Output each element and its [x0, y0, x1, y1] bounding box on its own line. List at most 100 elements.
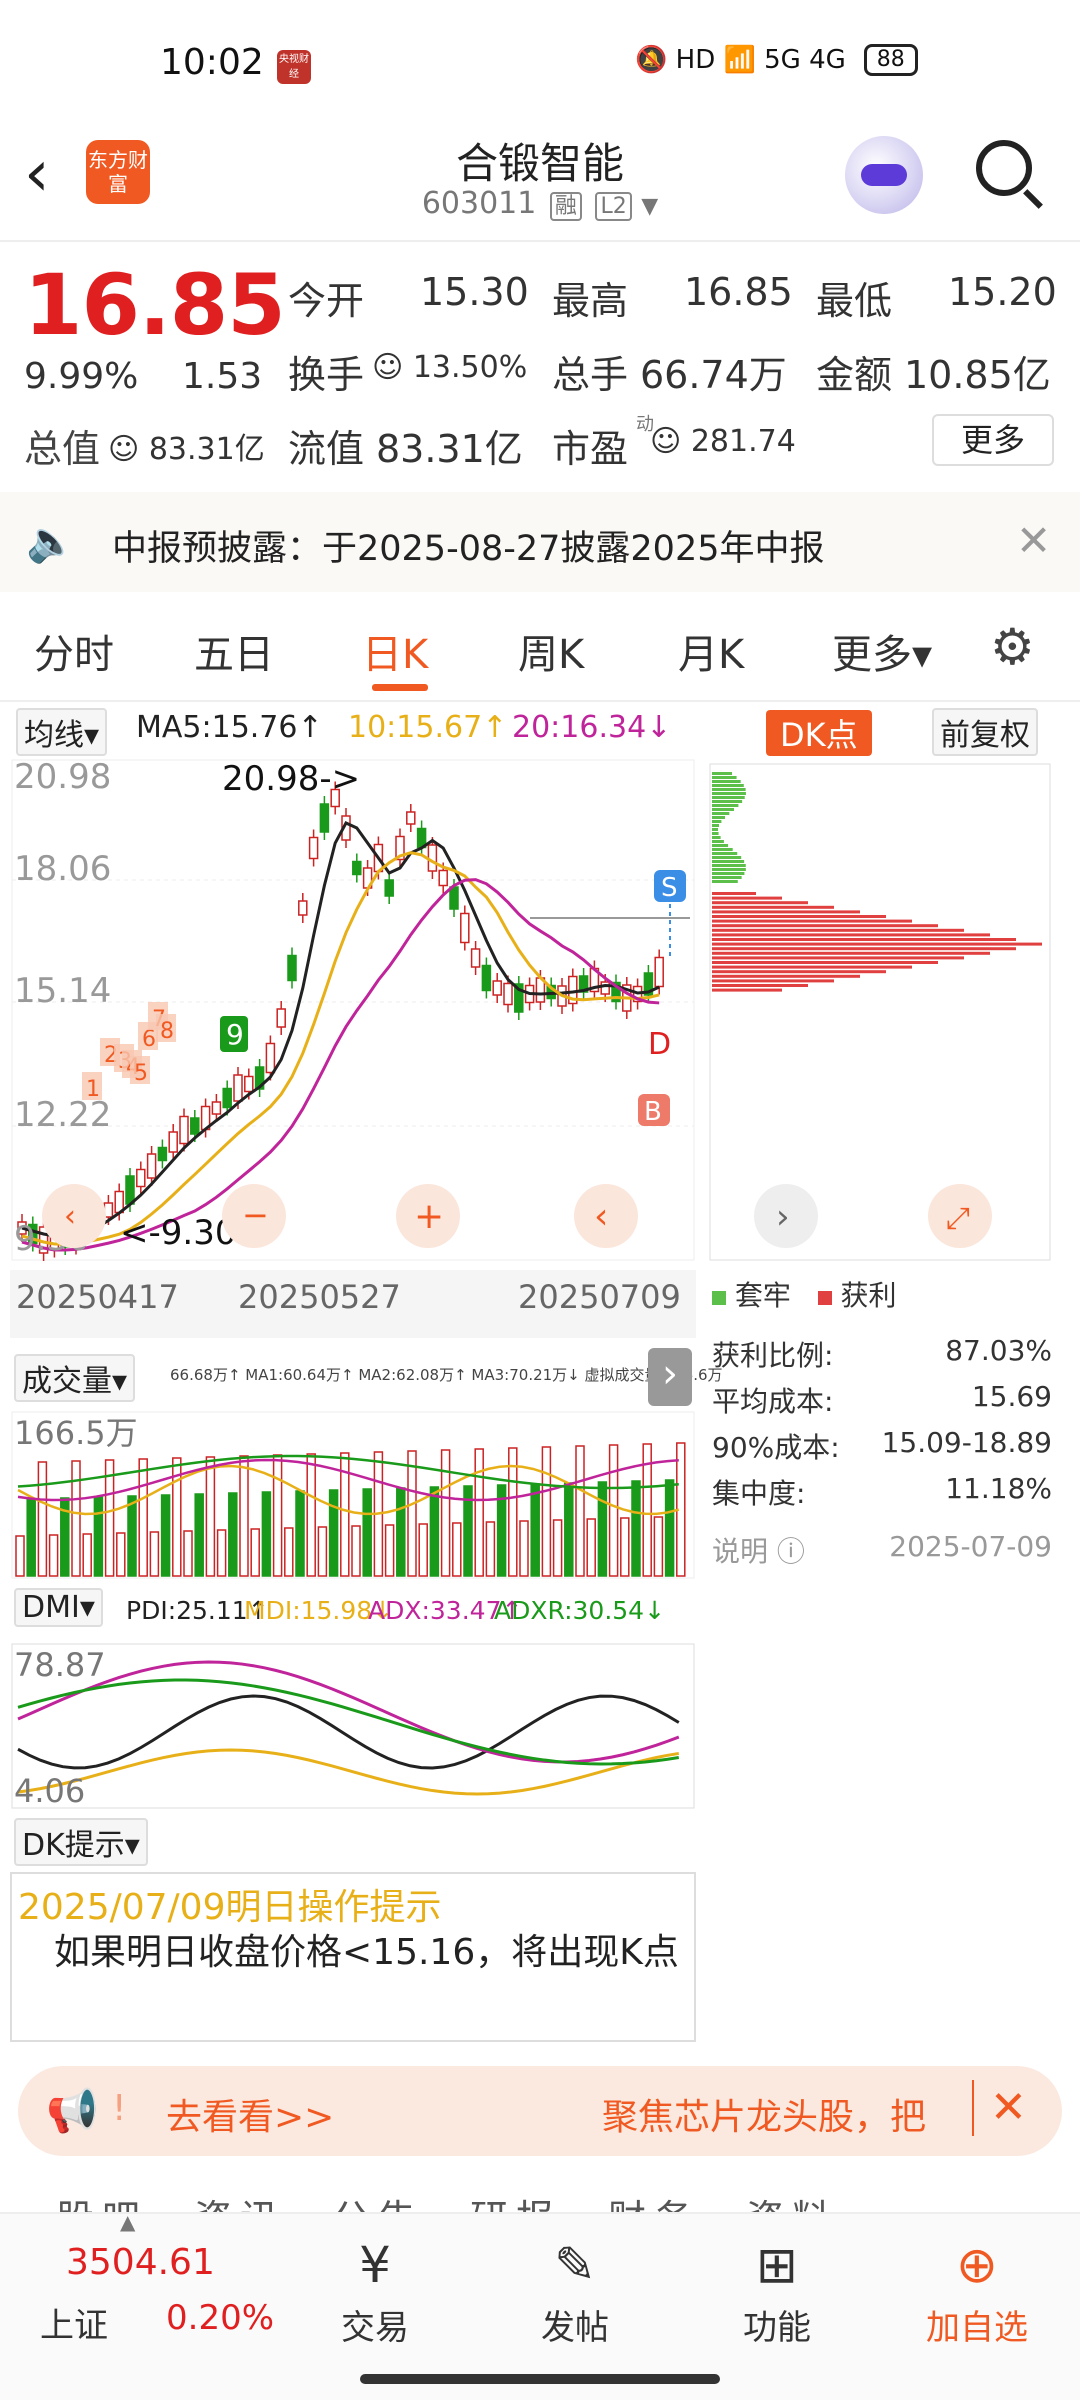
candle [470, 948, 481, 968]
info-icon: ☺ [108, 432, 140, 467]
dmi-chart[interactable]: 78.87 4.06 [10, 1642, 696, 1810]
ma-selector[interactable]: 均线▾ [16, 708, 108, 756]
edit-icon: ✎ [554, 2236, 596, 2294]
chip-bar-trapped [712, 776, 737, 779]
search-icon[interactable] [976, 140, 1032, 196]
volume-bar [250, 1528, 260, 1577]
chip-bar-profit [712, 915, 886, 918]
candle [460, 912, 470, 944]
expand-icon: ⤢ [946, 1201, 970, 1236]
tab-daily-k[interactable]: 日K [362, 622, 428, 680]
candle [654, 956, 664, 988]
tab-weekly-k[interactable]: 周K [518, 622, 584, 680]
candle [319, 803, 330, 833]
change-value: 1.53 [182, 356, 263, 397]
expand-arrow-button[interactable]: › [648, 1348, 692, 1406]
chip-bar-trapped [712, 868, 746, 871]
more-button[interactable]: 更多 [932, 414, 1054, 466]
index-value[interactable]: 3504.61 [66, 2242, 215, 2283]
sequence-number: 1 [86, 1077, 100, 1102]
sub-tab-strip[interactable]: 股吧 资讯 公告 研报 财务 资料 [56, 2188, 838, 2214]
open-value: 15.30 [420, 270, 529, 314]
nav-functions[interactable]: ⊞ 功能 [712, 2230, 842, 2349]
dk-tip-body: 如果明日收盘价格<15.16，将出现K点 [18, 1932, 679, 1973]
candle [233, 1074, 243, 1102]
volume-bar [272, 1454, 283, 1577]
chip-legend: 套牢 获利 [712, 1274, 897, 1314]
volume-bar [575, 1445, 585, 1577]
volume-bar [48, 1534, 59, 1577]
chip-bar-trapped [712, 816, 725, 819]
chip-bar-trapped [712, 784, 744, 787]
pe-number: 281.74 [690, 424, 796, 459]
tab-intraday[interactable]: 分时 [34, 622, 114, 680]
turnover-label: 换手 [288, 353, 365, 397]
adjust-selector[interactable]: 前复权 [932, 708, 1038, 756]
dmi-selector[interactable]: DMI▾ [14, 1588, 103, 1627]
volume-label: 总手 [552, 353, 629, 397]
candle [481, 964, 492, 992]
tab-five-day[interactable]: 五日 [194, 622, 274, 680]
candle [222, 1087, 232, 1109]
chip-note-row[interactable]: 说明 ⓘ 2025-07-09 [712, 1530, 1052, 1570]
volume-bar [541, 1446, 552, 1577]
dk-tip-selector[interactable]: DK提示▾ [14, 1818, 148, 1866]
dk-tip-box: 2025/07/09明日操作提示 如果明日收盘价格<15.16，将出现K点 [10, 1872, 696, 2042]
candle [265, 1042, 276, 1074]
plus-icon: + [414, 1196, 444, 1237]
collapse-icon[interactable]: ▲ [120, 2210, 135, 2234]
candle [384, 879, 394, 897]
close-icon[interactable]: ✕ [990, 2082, 1027, 2133]
chip-bar-profit [712, 910, 860, 914]
volume-bar [418, 1523, 428, 1577]
assistant-robot-icon[interactable] [845, 136, 923, 214]
l2-tag: L2 [595, 192, 632, 221]
tab-monthly-k[interactable]: 月K [678, 622, 744, 680]
volume-bar [664, 1479, 675, 1577]
chip-value: 15.69 [971, 1380, 1052, 1413]
chip-bar-profit [712, 924, 938, 928]
close-icon[interactable]: ✕ [1016, 516, 1051, 565]
trapped-swatch [712, 1291, 726, 1305]
nav-label: 加自选 [926, 2308, 1028, 2348]
nav-add-watchlist[interactable]: ⊕ 加自选 [912, 2230, 1042, 2349]
volume-chart[interactable]: 166.5万 [10, 1410, 696, 1580]
volume-bar [564, 1482, 574, 1577]
notice-bar[interactable]: 🔈 中报预披露：于2025-08-27披露2025年中报 ✕ [0, 492, 1080, 592]
tab-more[interactable]: 更多▾ [832, 622, 932, 680]
chip-bar-profit [712, 984, 808, 987]
volume-bar [228, 1492, 238, 1577]
chip-bar-trapped [712, 880, 738, 883]
chip-bar-profit [712, 988, 782, 992]
trade-icon: ¥ [359, 2236, 391, 2294]
volume-bar [71, 1460, 81, 1577]
dmi-y-bottom: 4.06 [14, 1772, 85, 1810]
sell-marker-label: S [661, 873, 678, 903]
kline-chart[interactable]: 20.98 18.06 15.14 12.22 9.30 20.98-> <-9… [10, 758, 696, 1268]
legend-trapped: 套牢 [734, 1279, 791, 1312]
promo-link[interactable]: 去看看>> [166, 2088, 334, 2140]
nav-trade[interactable]: ¥ 交易 [310, 2230, 440, 2349]
promo-banner[interactable]: 📢 ! 去看看>> 聚焦芯片龙头股，把 ✕ [18, 2066, 1062, 2156]
sequence-number: 5 [134, 1061, 148, 1086]
volume-bar [653, 1516, 664, 1577]
candle [146, 1153, 157, 1179]
gear-icon[interactable]: ⚙ [990, 618, 1035, 676]
nav-post[interactable]: ✎ 发帖 [510, 2230, 640, 2349]
ma5-value: MA5:15.76↑ [136, 710, 323, 745]
volume-bar [205, 1456, 216, 1577]
volume-bar [194, 1493, 204, 1577]
add-circle-icon: ⊕ [956, 2236, 998, 2294]
chip-frame [709, 763, 1051, 1261]
chip-date: 2025-07-09 [889, 1530, 1052, 1563]
volume-selector[interactable]: 成交量▾ [14, 1354, 136, 1402]
float-value: 83.31亿 [376, 427, 523, 471]
chip-bar-trapped [712, 832, 719, 835]
notice-text[interactable]: 中报预披露：于2025-08-27披露2025年中报 [112, 520, 824, 571]
candle [492, 980, 502, 996]
status-bar: 10:02 央视财经 🔕 HD 📶 5G 4G 88 [0, 0, 1080, 130]
chip-distribution-chart[interactable]: › ⤢ [708, 762, 1052, 1262]
chip-row-90: 90%成本: 15.09-18.89 [712, 1426, 1052, 1466]
dk-point-button[interactable]: DK点 [766, 710, 872, 756]
promo-divider [972, 2080, 974, 2136]
